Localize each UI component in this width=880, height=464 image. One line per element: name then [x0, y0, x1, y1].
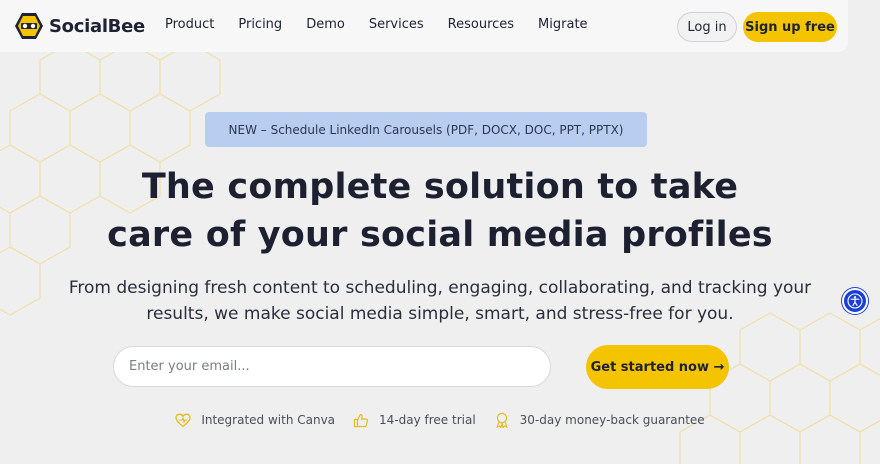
top-nav: SocialBee Product Pricing Demo Services …: [0, 0, 848, 52]
accessibility-icon: [847, 293, 863, 309]
announcement-badge[interactable]: NEW – Schedule LinkedIn Carousels (PDF, …: [205, 112, 647, 147]
hero-headline: The complete solution to take care of yo…: [40, 163, 840, 259]
nav-link-pricing[interactable]: Pricing: [238, 17, 282, 32]
landing-page: SocialBee Product Pricing Demo Services …: [0, 0, 880, 464]
nav-link-migrate[interactable]: Migrate: [538, 17, 588, 32]
signup-button[interactable]: Sign up free: [743, 12, 837, 42]
brand-logo[interactable]: SocialBee: [14, 12, 145, 40]
bee-logo-icon: [15, 13, 43, 39]
nav-link-services[interactable]: Services: [369, 17, 424, 32]
get-started-button[interactable]: Get started now →: [586, 345, 729, 389]
thumbs-up-icon: [353, 413, 369, 427]
canva-heart-icon: [175, 413, 191, 427]
perk-label: 14-day free trial: [379, 413, 476, 427]
perk-trial: 14-day free trial: [353, 412, 476, 428]
award-ribbon-icon: [495, 412, 508, 428]
nav-link-demo[interactable]: Demo: [306, 17, 345, 32]
email-input[interactable]: [113, 346, 551, 387]
brand-name: SocialBee: [49, 15, 145, 37]
hero-headline-line-1: The complete solution to take: [141, 167, 739, 207]
nav-link-resources[interactable]: Resources: [448, 17, 514, 32]
perk-label: 30-day money-back guarantee: [519, 413, 705, 427]
perk-guarantee: 30-day money-back guarantee: [494, 412, 705, 428]
hero-subtext-line-2: results, we make social media simple, sm…: [146, 304, 734, 324]
hero-headline-line-2: care of your social media profiles: [107, 215, 773, 255]
perk-label: Integrated with Canva: [201, 413, 336, 427]
perk-canva: Integrated with Canva: [175, 412, 335, 428]
login-button[interactable]: Log in: [677, 12, 737, 42]
hero-subtext-line-1: From designing fresh content to scheduli…: [68, 278, 812, 298]
nav-link-product[interactable]: Product: [165, 17, 214, 32]
hero-subtext: From designing fresh content to scheduli…: [40, 275, 840, 327]
accessibility-button[interactable]: [842, 288, 868, 314]
nav-links: Product Pricing Demo Services Resources …: [165, 17, 612, 32]
perks-row: Integrated with Canva 14-day free trial …: [0, 412, 880, 428]
